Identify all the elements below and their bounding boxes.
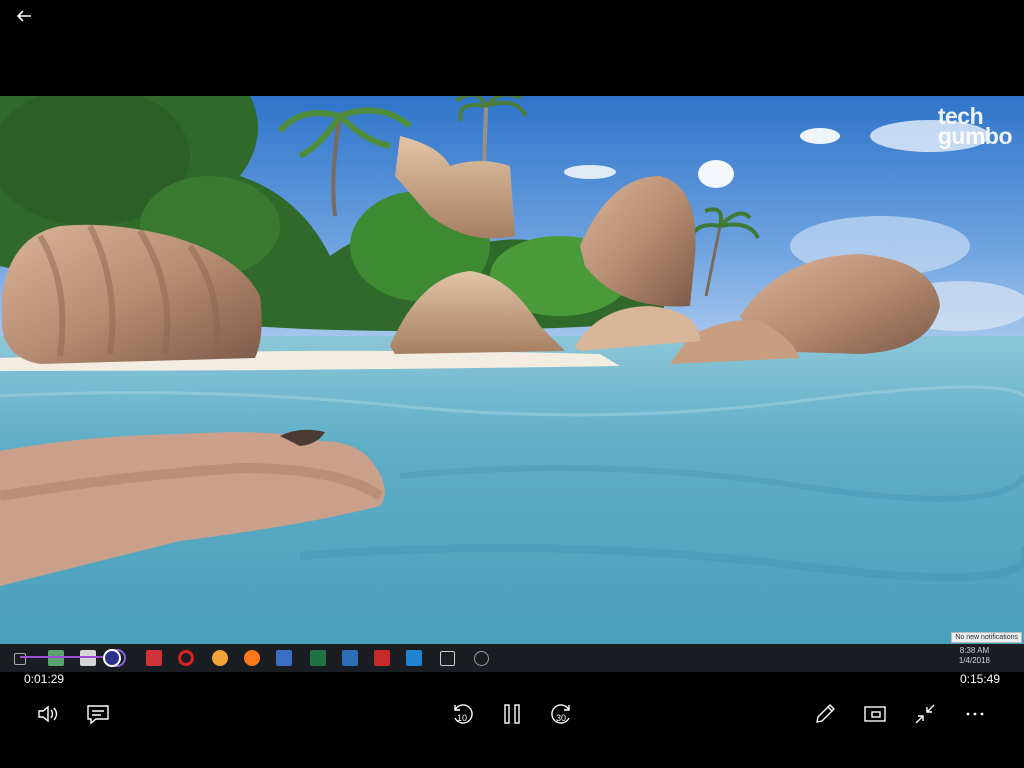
skip-forward-button[interactable]: 30 [548, 700, 576, 728]
draw-button[interactable] [811, 700, 839, 728]
pause-button[interactable] [498, 700, 526, 728]
skip-forward-label: 30 [556, 713, 566, 723]
video-watermark: tech gumbo [937, 105, 1013, 149]
beach-scene-image [0, 96, 1024, 644]
watermark-line-2: gumbo [937, 123, 1013, 149]
skip-back-label: 10 [457, 713, 467, 723]
cast-icon [864, 706, 886, 722]
caption-icon [87, 705, 109, 725]
video-frame[interactable]: tech gumbo [0, 96, 1024, 644]
pause-icon [504, 704, 520, 724]
embedded-notification: No new notifications [951, 632, 1022, 643]
subtitles-button[interactable] [84, 700, 112, 728]
exit-fullscreen-button[interactable] [911, 700, 939, 728]
ellipsis-icon [966, 712, 984, 716]
seek-bar-fill [20, 656, 113, 658]
collapse-icon [915, 704, 935, 724]
seek-bar[interactable] [20, 649, 1004, 667]
rewind-10-icon: 10 [454, 704, 473, 724]
cast-button[interactable] [861, 700, 889, 728]
speaker-icon [38, 705, 58, 723]
more-options-button[interactable] [961, 700, 989, 728]
total-time: 0:15:49 [959, 672, 1000, 686]
volume-button[interactable] [34, 700, 62, 728]
back-button[interactable] [12, 4, 36, 28]
pencil-icon [816, 704, 835, 723]
skip-back-button[interactable]: 10 [448, 700, 476, 728]
forward-30-icon: 30 [551, 704, 570, 724]
arrow-left-icon [16, 10, 31, 22]
elapsed-time: 0:01:29 [24, 672, 65, 686]
